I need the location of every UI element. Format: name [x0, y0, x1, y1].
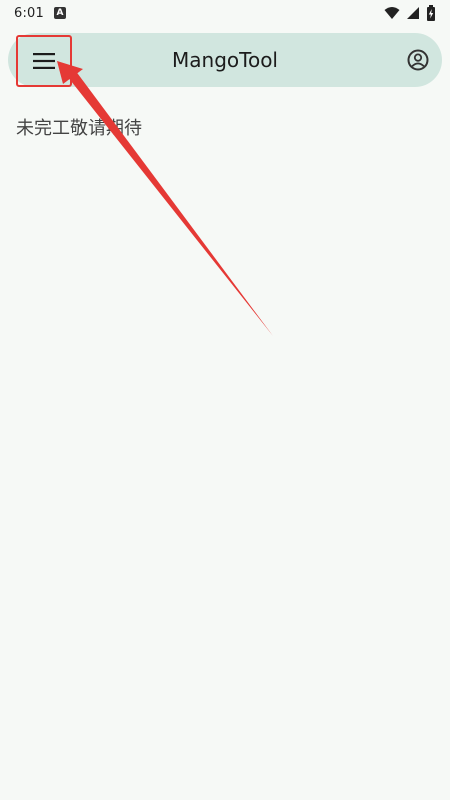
- hamburger-menu-icon: [33, 53, 55, 69]
- arrow-shaft: [67, 70, 273, 336]
- status-time: 6:01: [14, 5, 44, 21]
- status-right: [384, 5, 436, 21]
- app-title: MangoTool: [172, 48, 278, 72]
- signal-icon: [407, 7, 419, 19]
- menu-button[interactable]: [16, 35, 72, 87]
- placeholder-message: 未完工敬请期待: [16, 118, 142, 139]
- account-button[interactable]: [404, 46, 432, 74]
- status-bar: 6:01 A: [0, 0, 450, 26]
- wifi-icon: [384, 7, 400, 19]
- battery-charging-icon: [427, 5, 435, 21]
- status-left: 6:01 A: [14, 6, 66, 21]
- account-circle-icon: [407, 49, 429, 71]
- top-app-bar: MangoTool: [8, 33, 442, 87]
- a-letter-icon: A: [54, 7, 66, 19]
